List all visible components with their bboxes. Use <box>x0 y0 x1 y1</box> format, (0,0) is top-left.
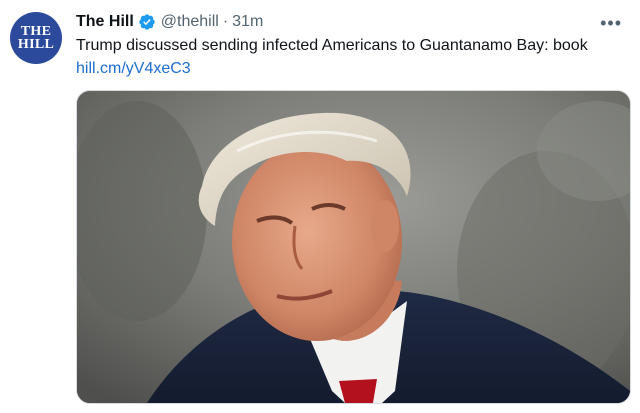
tweet-timestamp[interactable]: 31m <box>232 13 263 31</box>
more-options-icon[interactable]: ••• <box>600 13 622 34</box>
tweet-header: The Hill @thehill · 31m ••• <box>76 11 630 33</box>
tweet[interactable]: THE HILL The Hill @thehill · 31m ••• Tru… <box>0 0 640 413</box>
tweet-link[interactable]: hill.cm/yV4xeC3 <box>76 58 191 79</box>
avatar[interactable]: THE HILL <box>10 12 62 64</box>
tweet-text: Trump discussed sending infected America… <box>76 37 588 54</box>
separator-dot: · <box>222 13 229 30</box>
verified-badge-icon <box>139 14 155 30</box>
author-name[interactable]: The Hill <box>76 13 134 31</box>
author-handle[interactable]: @thehill <box>161 13 219 31</box>
avatar-text-line-2: HILL <box>17 37 55 52</box>
photo-illustration <box>77 91 630 403</box>
tweet-media-photo[interactable] <box>76 90 631 404</box>
